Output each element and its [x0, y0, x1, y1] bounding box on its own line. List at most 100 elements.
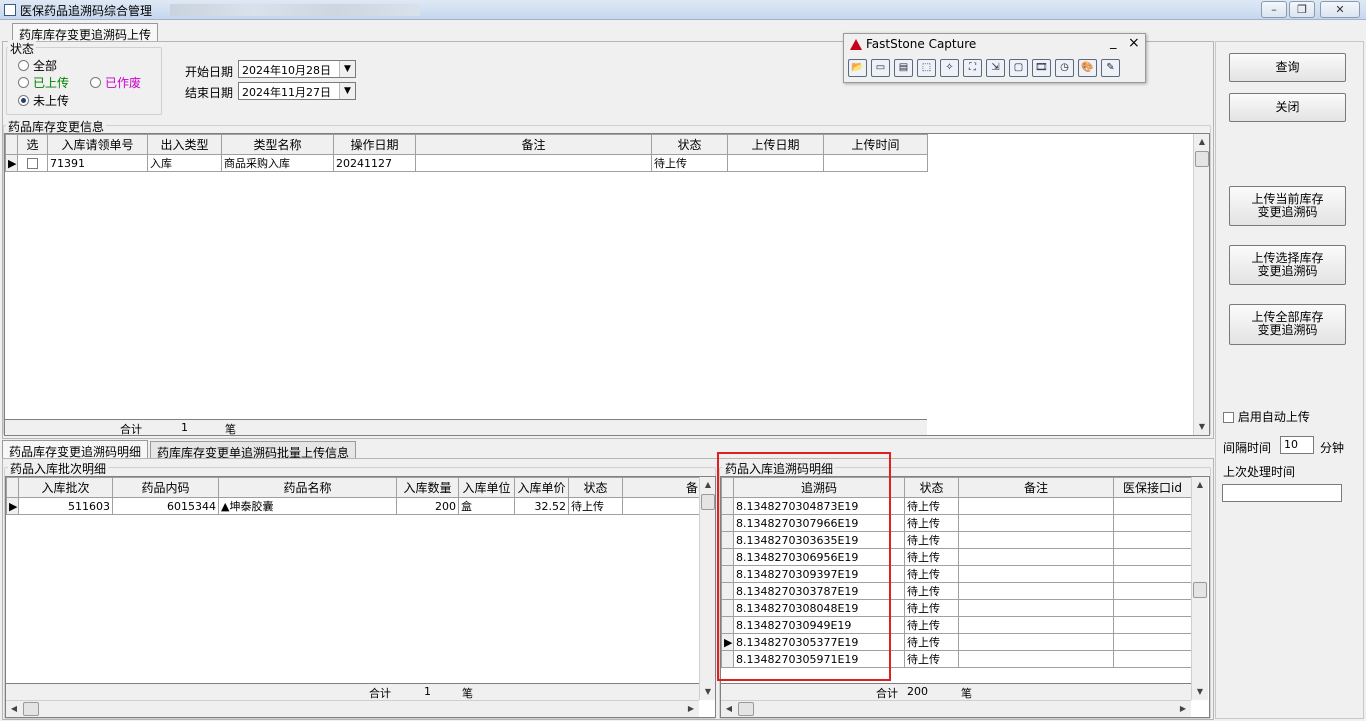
cell-remark[interactable] [958, 565, 1114, 583]
scroll-thumb[interactable] [1193, 582, 1207, 598]
inventory-grid[interactable]: 选 入库请领单号 出入类型 类型名称 操作日期 备注 状态 上传日期 上传时间 … [4, 133, 1210, 436]
chevron-down-icon[interactable]: ▼ [339, 83, 355, 99]
col-header[interactable]: 备 [622, 477, 701, 498]
query-button[interactable]: 查询 [1229, 53, 1346, 82]
cell-status[interactable]: 待上传 [904, 633, 959, 651]
col-header[interactable]: 入库单价 [514, 477, 569, 498]
col-header[interactable]: 备注 [415, 134, 652, 155]
scroll-thumb[interactable] [701, 494, 715, 510]
cell-batch-no[interactable]: 511603 [18, 497, 113, 515]
cell-remark[interactable] [622, 497, 701, 515]
cell-remark[interactable] [958, 548, 1114, 566]
maximize-window-button[interactable]: ❐ [1289, 1, 1315, 18]
table-row[interactable]: ▶ 511603 6015344 ▲坤泰胶囊 200 盒 32.52 待上传 [6, 497, 701, 515]
cell-remark[interactable] [958, 497, 1114, 515]
cell-interface-id[interactable] [1113, 514, 1192, 532]
last-processed-time-field[interactable] [1222, 484, 1342, 502]
faststone-capture-toolbar[interactable]: FastStone Capture _ × 📂 ▭ ▤ ⬚ ✧ ⛶ ⇲ ▢ 🎞 … [843, 33, 1146, 83]
cell-order-no[interactable]: 71391 [47, 154, 148, 172]
cell-interface-id[interactable] [1113, 565, 1192, 583]
close-button[interactable]: 关闭 [1229, 93, 1346, 122]
table-row[interactable]: ▶ 71391 入库 商品采购入库 20241127 待上传 [5, 154, 928, 172]
col-header[interactable]: 上传日期 [727, 134, 824, 155]
cell-unit-price[interactable]: 32.52 [514, 497, 569, 515]
fixed-region-icon[interactable]: ⇲ [986, 59, 1005, 77]
cell-status[interactable]: 待上传 [904, 599, 959, 617]
scroll-right-icon[interactable]: ▶ [1175, 701, 1191, 717]
cell-remark[interactable] [958, 650, 1114, 668]
col-header[interactable]: 医保接口id [1113, 477, 1192, 498]
trace-vscroll[interactable]: ▲ ▼ [1191, 477, 1208, 700]
scroll-down-icon[interactable]: ▼ [700, 684, 715, 700]
start-date-picker[interactable]: 2024年10月28日 ▼ [238, 60, 356, 78]
cell-status[interactable]: 待上传 [904, 650, 959, 668]
scroll-up-icon[interactable]: ▲ [1192, 477, 1208, 493]
col-header[interactable]: 类型名称 [221, 134, 334, 155]
scroll-thumb[interactable] [738, 702, 754, 716]
upload-all-inventory-button[interactable]: 上传全部库存 变更追溯码 [1229, 304, 1346, 345]
cell-drug-name[interactable]: ▲坤泰胶囊 [218, 497, 397, 515]
cell-interface-id[interactable] [1113, 531, 1192, 549]
row-select-checkbox[interactable] [17, 154, 48, 172]
cell-unit[interactable]: 盒 [458, 497, 515, 515]
cell-remark[interactable] [958, 582, 1114, 600]
col-header[interactable]: 上传时间 [823, 134, 928, 155]
inventory-vscroll[interactable]: ▲ ▼ [1193, 134, 1209, 435]
open-folder-icon[interactable]: 📂 [848, 59, 867, 77]
trace-hscroll[interactable]: ◀ ▶ [721, 700, 1191, 717]
menu-capture-icon[interactable]: ▢ [1009, 59, 1028, 77]
scroll-down-icon[interactable]: ▼ [1192, 684, 1208, 700]
cell-status[interactable]: 待上传 [904, 497, 959, 515]
cell-interface-id[interactable] [1113, 548, 1192, 566]
cell-interface-id[interactable] [1113, 633, 1192, 651]
cell-status[interactable]: 待上传 [651, 154, 728, 172]
col-header[interactable]: 入库单位 [458, 477, 515, 498]
cell-status[interactable]: 待上传 [904, 582, 959, 600]
cell-remark[interactable] [958, 531, 1114, 549]
cell-status[interactable]: 待上传 [904, 514, 959, 532]
fullscreen-icon[interactable]: ⛶ [963, 59, 982, 77]
cell-interface-id[interactable] [1113, 582, 1192, 600]
col-header[interactable]: 备注 [958, 477, 1114, 498]
rectangle-region-icon[interactable]: ⬚ [917, 59, 936, 77]
cell-io-type[interactable]: 入库 [147, 154, 222, 172]
col-header[interactable]: 出入类型 [147, 134, 222, 155]
cell-status[interactable]: 待上传 [904, 565, 959, 583]
cell-status[interactable]: 待上传 [904, 548, 959, 566]
output-icon[interactable]: 🎨 [1078, 59, 1097, 77]
window-icon[interactable]: ▭ [871, 59, 890, 77]
timer-icon[interactable]: ◷ [1055, 59, 1074, 77]
auto-upload-checkbox[interactable]: 启用自动上传 [1223, 408, 1310, 425]
cell-remark[interactable] [958, 616, 1114, 634]
minimize-window-button[interactable]: – [1261, 1, 1287, 18]
upload-selected-inventory-button[interactable]: 上传选择库存 变更追溯码 [1229, 245, 1346, 285]
cell-status[interactable]: 待上传 [904, 531, 959, 549]
col-header[interactable]: 药品内码 [112, 477, 219, 498]
tab-trace-detail[interactable]: 药品库存变更追溯码明细 [2, 440, 149, 459]
scroll-right-icon[interactable]: ▶ [683, 701, 699, 717]
cell-upload-time[interactable] [823, 154, 928, 172]
screen-record-icon[interactable]: 🎞 [1032, 59, 1051, 77]
close-window-button[interactable]: ✕ [1320, 1, 1360, 18]
col-header[interactable]: 入库数量 [396, 477, 459, 498]
cell-remark[interactable] [415, 154, 652, 172]
batch-vscroll[interactable]: ▲ ▼ [699, 477, 715, 700]
col-header[interactable]: 状态 [904, 477, 959, 498]
cell-remark[interactable] [958, 599, 1114, 617]
cell-interface-id[interactable] [1113, 599, 1192, 617]
col-header[interactable]: 操作日期 [333, 134, 416, 155]
scroll-up-icon[interactable]: ▲ [1194, 134, 1209, 150]
cell-upload-date[interactable] [727, 154, 824, 172]
col-header[interactable]: 状态 [568, 477, 623, 498]
batch-hscroll[interactable]: ◀ ▶ [6, 700, 699, 717]
cell-remark[interactable] [958, 514, 1114, 532]
col-header[interactable]: 选 [17, 134, 48, 155]
scroll-left-icon[interactable]: ◀ [721, 701, 737, 717]
cell-status[interactable]: 待上传 [568, 497, 623, 515]
cell-op-date[interactable]: 20241127 [333, 154, 416, 172]
cell-interface-id[interactable] [1113, 616, 1192, 634]
scroll-window-icon[interactable]: ▤ [894, 59, 913, 77]
scroll-left-icon[interactable]: ◀ [6, 701, 22, 717]
scroll-thumb[interactable] [23, 702, 39, 716]
freehand-region-icon[interactable]: ✧ [940, 59, 959, 77]
